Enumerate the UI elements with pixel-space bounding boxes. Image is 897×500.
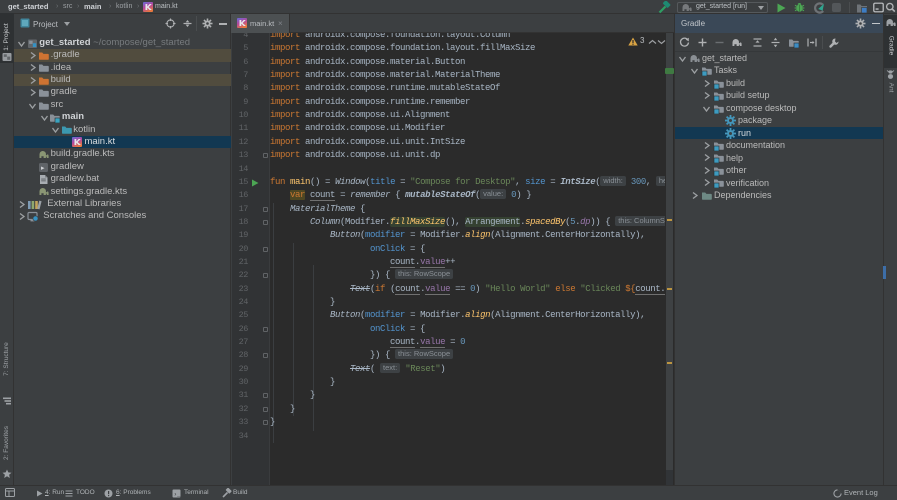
svg-text:›_: ›_	[174, 491, 182, 498]
svg-text:▸: ▸	[41, 165, 45, 173]
